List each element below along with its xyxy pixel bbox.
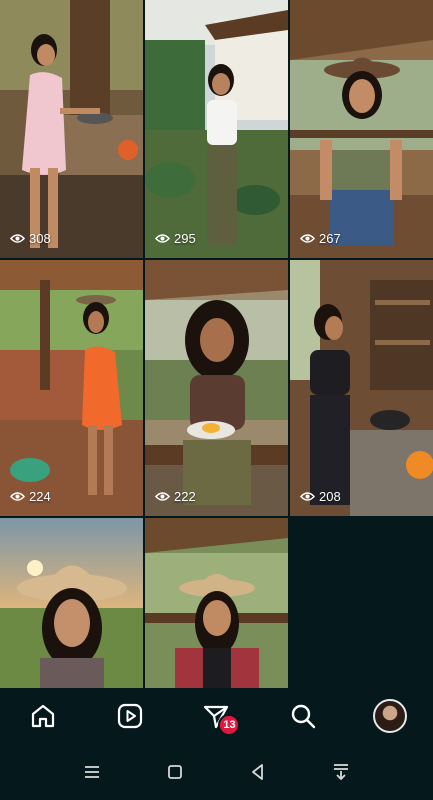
post-tile[interactable] — [0, 518, 143, 688]
view-count-value: 267 — [319, 231, 341, 246]
profile-avatar — [372, 699, 407, 733]
post-thumbnail — [0, 518, 143, 688]
nav-profile[interactable] — [368, 694, 412, 738]
view-count: 208 — [300, 489, 341, 504]
post-thumbnail — [145, 518, 288, 688]
view-count: 295 — [155, 231, 196, 246]
view-count-value: 308 — [29, 231, 51, 246]
view-count-value: 208 — [319, 489, 341, 504]
view-count-value: 222 — [174, 489, 196, 504]
post-thumbnail — [290, 260, 433, 516]
eye-icon — [10, 492, 25, 501]
post-tile[interactable]: 208 — [290, 260, 433, 516]
post-thumbnail — [0, 0, 143, 258]
post-thumbnail — [0, 260, 143, 516]
menu-icon[interactable] — [82, 762, 102, 782]
post-thumbnail — [290, 0, 433, 258]
post-tile[interactable] — [145, 518, 288, 688]
download-icon[interactable] — [331, 762, 351, 782]
nav-reels[interactable] — [108, 694, 152, 738]
eye-icon — [300, 234, 315, 243]
post-tile[interactable]: 224 — [0, 260, 143, 516]
view-count: 267 — [300, 231, 341, 246]
view-count: 224 — [10, 489, 51, 504]
nav-direct[interactable]: 13 — [194, 694, 241, 738]
post-tile[interactable]: 308 — [0, 0, 143, 258]
reels-icon — [117, 703, 142, 729]
back-icon[interactable] — [248, 762, 268, 782]
eye-icon — [155, 234, 170, 243]
nav-home[interactable] — [21, 694, 65, 738]
eye-icon — [300, 492, 315, 501]
view-count: 222 — [155, 489, 196, 504]
post-grid: 308 295 267 224 222 208 — [0, 0, 433, 688]
nav-search[interactable] — [281, 694, 325, 738]
view-count-value: 224 — [29, 489, 51, 504]
notification-badge: 13 — [218, 714, 241, 736]
eye-icon — [10, 234, 25, 243]
post-tile[interactable]: 222 — [145, 260, 288, 516]
search-icon — [291, 704, 316, 729]
post-thumbnail — [145, 260, 288, 516]
system-navigation-bar — [0, 744, 433, 800]
view-count: 308 — [10, 231, 51, 246]
view-count-value: 295 — [174, 231, 196, 246]
eye-icon — [155, 492, 170, 501]
post-tile[interactable]: 295 — [145, 0, 288, 258]
home-icon — [32, 704, 55, 728]
post-tile[interactable]: 267 — [290, 0, 433, 258]
post-thumbnail — [145, 0, 288, 258]
home-square-icon[interactable] — [165, 762, 185, 782]
bottom-navigation: 13 — [0, 688, 433, 744]
